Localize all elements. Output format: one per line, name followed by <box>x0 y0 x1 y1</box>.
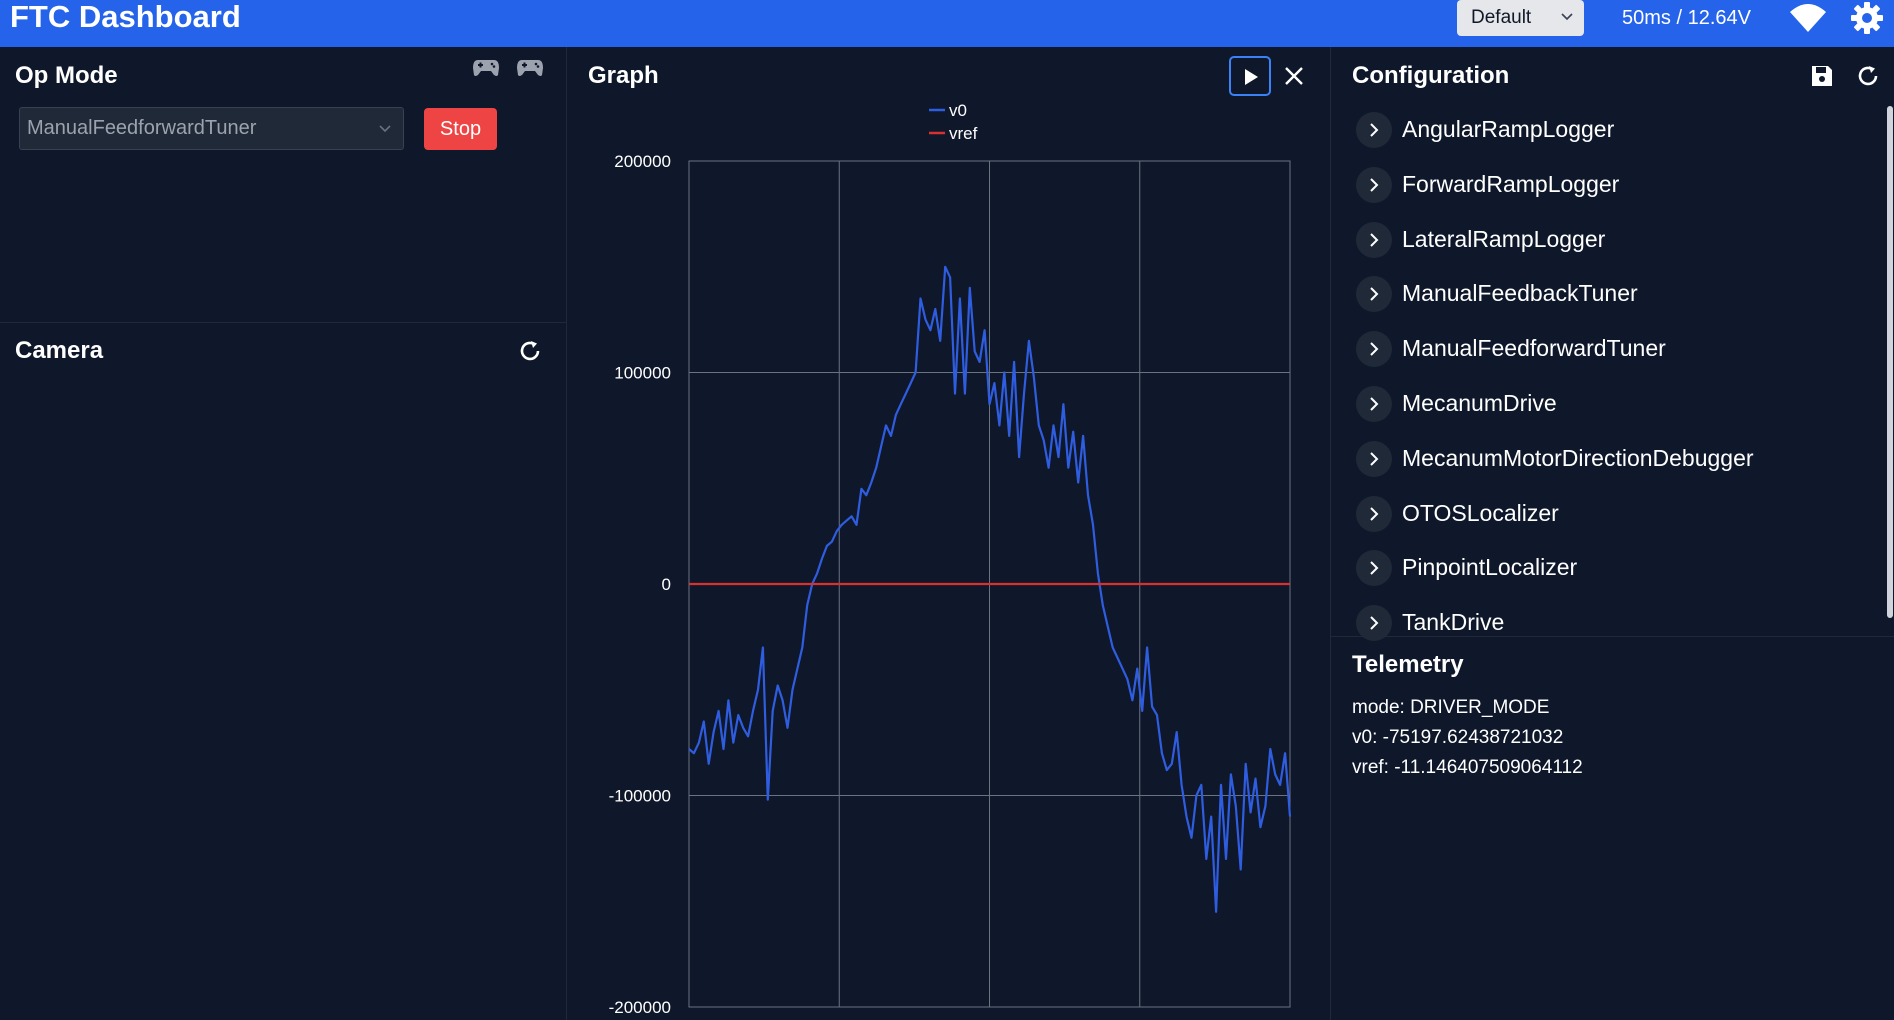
expand-button[interactable] <box>1356 605 1392 642</box>
config-item-label: AngularRampLogger <box>1402 116 1615 142</box>
expand-button[interactable] <box>1356 276 1392 313</box>
y-tick-label: 0 <box>662 575 671 594</box>
expand-button[interactable] <box>1356 331 1392 368</box>
refresh-icon[interactable] <box>518 339 542 363</box>
graph-play-button[interactable] <box>1229 56 1271 96</box>
expand-button[interactable] <box>1356 221 1392 258</box>
y-tick-label: 100000 <box>614 364 671 383</box>
chevron-right-icon <box>1370 506 1379 521</box>
expand-button[interactable] <box>1356 495 1392 532</box>
telemetry-title: Telemetry <box>1352 651 1464 678</box>
expand-button[interactable] <box>1356 550 1392 587</box>
config-item[interactable]: MecanumDrive <box>1356 386 1796 424</box>
config-item-label: MecanumMotorDirectionDebugger <box>1402 444 1754 471</box>
expand-button[interactable] <box>1356 112 1392 148</box>
divider-opmode-camera <box>0 322 566 323</box>
layout-preset-value: Default <box>1471 7 1532 28</box>
divider-right <box>1330 47 1331 1020</box>
chevron-right-icon <box>1370 561 1379 576</box>
config-item[interactable]: OTOSLocalizer <box>1356 495 1796 534</box>
expand-button[interactable] <box>1356 166 1392 203</box>
chevron-right-icon <box>1370 232 1379 247</box>
graph-chart: 200000 100000 0 -100000 -200000 v0 vref <box>609 101 1292 1017</box>
graph-title: Graph <box>588 62 659 89</box>
expand-button[interactable] <box>1356 386 1392 422</box>
config-item-label: LateralRampLogger <box>1402 225 1606 252</box>
play-icon <box>1245 69 1258 85</box>
save-icon[interactable] <box>1810 64 1834 88</box>
app-title: FTC Dashboard <box>10 0 241 34</box>
telemetry-line: mode: DRIVER_MODE <box>1352 697 1550 718</box>
gamepad-icon[interactable] <box>472 58 500 78</box>
wifi-icon <box>1790 4 1826 32</box>
telemetry-line: v0: -75197.62438721032 <box>1352 727 1564 748</box>
layout-preset-select[interactable]: Default <box>1457 0 1584 36</box>
config-item-label: ManualFeedbackTuner <box>1402 280 1638 307</box>
config-item-label: ForwardRampLogger <box>1402 170 1620 197</box>
camera-title: Camera <box>15 337 104 364</box>
y-tick-label: 200000 <box>614 152 671 171</box>
config-item[interactable]: ManualFeedforwardTuner <box>1356 331 1796 369</box>
stop-button[interactable]: Stop <box>424 108 497 150</box>
config-item-label: TankDrive <box>1402 609 1505 636</box>
config-scrollbar[interactable] <box>1884 102 1894 634</box>
chevron-down-icon <box>379 125 391 133</box>
divider-left <box>566 47 567 1020</box>
chevron-right-icon <box>1370 123 1379 137</box>
chevron-right-icon <box>1370 287 1379 302</box>
configuration-title: Configuration <box>1352 62 1510 89</box>
config-item[interactable]: PinpointLocalizer <box>1356 550 1796 588</box>
opmode-selected: ManualFeedforwardTuner <box>27 117 257 139</box>
config-item-label: ManualFeedforwardTuner <box>1402 335 1666 362</box>
config-item[interactable]: AngularRampLogger <box>1356 112 1796 150</box>
opmode-select[interactable]: ManualFeedforwardTuner <box>19 107 404 150</box>
config-item-label: PinpointLocalizer <box>1402 554 1578 581</box>
chevron-right-icon <box>1370 342 1379 356</box>
chevron-right-icon <box>1370 178 1379 192</box>
config-item[interactable]: TankDrive <box>1356 605 1796 643</box>
scrollbar-thumb[interactable] <box>1887 106 1893 618</box>
legend-label: vref <box>949 124 978 143</box>
config-item[interactable]: MecanumMotorDirectionDebugger <box>1356 440 1796 479</box>
legend-label: v0 <box>949 101 967 120</box>
config-item-label: OTOSLocalizer <box>1402 499 1559 526</box>
chevron-down-icon <box>1561 13 1573 21</box>
gear-icon[interactable] <box>1850 1 1884 35</box>
opmode-title: Op Mode <box>15 62 118 89</box>
config-item[interactable]: ForwardRampLogger <box>1356 166 1796 205</box>
gamepad-icon[interactable] <box>516 58 544 78</box>
config-item[interactable]: LateralRampLogger <box>1356 221 1796 260</box>
refresh-icon[interactable] <box>1856 64 1880 88</box>
chevron-right-icon <box>1370 452 1379 466</box>
y-tick-label: -100000 <box>609 787 671 806</box>
config-item-label: MecanumDrive <box>1402 390 1557 416</box>
chevron-right-icon <box>1370 397 1379 411</box>
connection-status: 50ms / 12.64V <box>1622 7 1751 29</box>
close-icon[interactable] <box>1282 64 1306 88</box>
chevron-right-icon <box>1370 616 1379 630</box>
telemetry-line: vref: -11.146407509064112 <box>1352 757 1583 778</box>
y-tick-label: -200000 <box>609 998 671 1017</box>
config-item[interactable]: ManualFeedbackTuner <box>1356 276 1796 314</box>
expand-button[interactable] <box>1356 440 1392 477</box>
top-bar: FTC Dashboard Default 50ms / 12.64V <box>0 0 1894 47</box>
